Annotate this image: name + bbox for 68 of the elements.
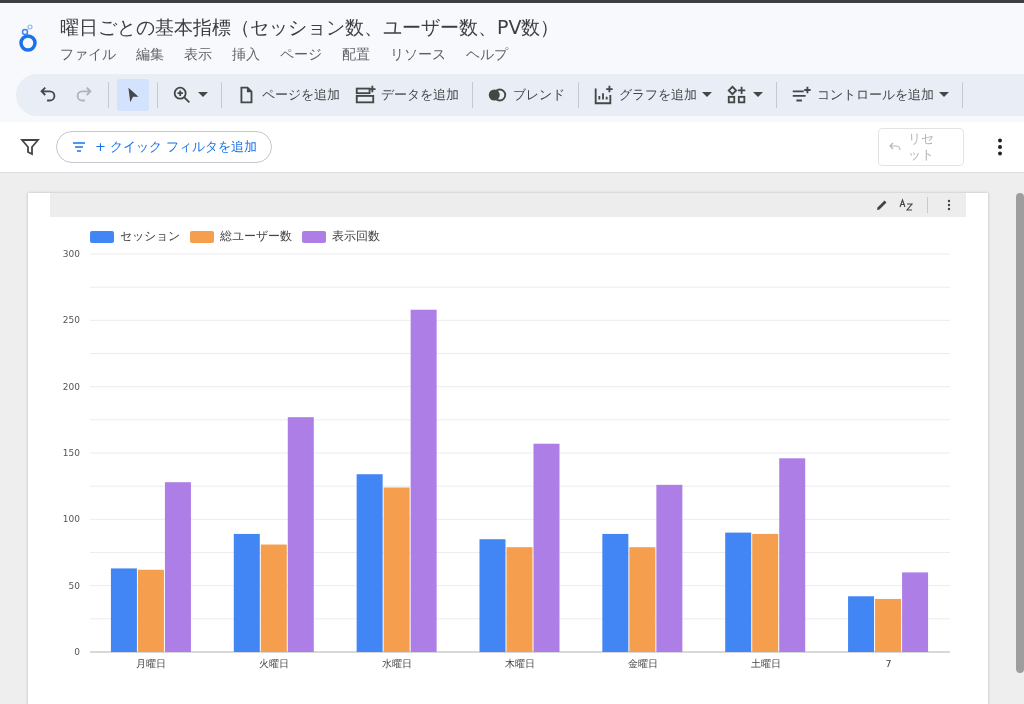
- pencil-icon[interactable]: [875, 198, 889, 212]
- x-axis-label: 火曜日: [259, 658, 290, 669]
- x-axis-label: 7: [885, 658, 892, 669]
- shapes-icon: [726, 84, 748, 106]
- bar[interactable]: [602, 533, 629, 652]
- control-button[interactable]: コントロールを追加: [785, 79, 954, 111]
- y-axis-label: 200: [62, 381, 80, 392]
- filter-icon[interactable]: [20, 137, 40, 157]
- caret-icon: [702, 92, 712, 98]
- legend-label: 表示回数: [332, 229, 380, 244]
- x-axis-label: 金曜日: [627, 658, 658, 669]
- caret-icon: [753, 92, 763, 98]
- x-axis-label: 木曜日: [505, 658, 535, 669]
- bar[interactable]: [479, 539, 506, 652]
- bar[interactable]: [356, 474, 383, 652]
- menu-item[interactable]: リソース: [390, 46, 446, 64]
- menu-item[interactable]: 表示: [184, 46, 212, 64]
- bar[interactable]: [656, 484, 683, 652]
- y-axis-label: 50: [68, 580, 80, 591]
- scrollbar[interactable]: [1016, 193, 1024, 673]
- bar[interactable]: [725, 532, 752, 652]
- legend-label: 総ユーザー数: [220, 229, 292, 244]
- menu-item[interactable]: 挿入: [232, 46, 260, 64]
- menu-item[interactable]: 配置: [342, 46, 370, 64]
- legend-label: セッション: [120, 229, 180, 244]
- page-button[interactable]: ページを追加: [230, 79, 345, 111]
- sort-icon[interactable]: [899, 198, 913, 212]
- bar[interactable]: [137, 569, 164, 652]
- menu-item[interactable]: ページ: [280, 46, 322, 64]
- caret-icon: [939, 92, 949, 98]
- x-axis-label: 月曜日: [136, 658, 167, 669]
- bar[interactable]: [875, 598, 902, 652]
- bar[interactable]: [164, 482, 191, 652]
- bar[interactable]: [383, 487, 410, 652]
- x-axis-label: 土曜日: [750, 658, 781, 669]
- y-axis-label: 0: [74, 647, 80, 657]
- add-data-icon: [354, 84, 376, 106]
- bar[interactable]: [260, 544, 287, 652]
- bar[interactable]: [752, 533, 779, 652]
- zoom-icon: [171, 84, 193, 106]
- menu-item[interactable]: 編集: [136, 46, 164, 64]
- bar[interactable]: [629, 547, 656, 652]
- bar[interactable]: [902, 572, 929, 652]
- y-axis-label: 250: [62, 315, 80, 326]
- bar[interactable]: [287, 417, 314, 652]
- filter-lines-icon: [71, 139, 87, 155]
- chart-button[interactable]: グラフを追加: [587, 79, 717, 111]
- menu-item[interactable]: ヘルプ: [466, 46, 508, 64]
- bar[interactable]: [233, 533, 260, 652]
- undo-icon: [889, 141, 901, 153]
- quick-filter-button[interactable]: + クイック フィルタを追加: [56, 131, 273, 163]
- add-chart-icon: [592, 84, 614, 106]
- bar[interactable]: [506, 547, 533, 652]
- bar[interactable]: [779, 458, 806, 652]
- data-button[interactable]: データを追加: [349, 79, 464, 111]
- bar[interactable]: [848, 596, 875, 652]
- y-axis-label: 150: [62, 448, 80, 458]
- select-button[interactable]: [117, 79, 149, 111]
- x-axis-label: 水曜日: [382, 658, 413, 669]
- bar[interactable]: [110, 568, 137, 652]
- caret-icon: [198, 92, 208, 98]
- bar[interactable]: [410, 309, 437, 652]
- y-axis-label: 100: [62, 514, 80, 525]
- bar[interactable]: [533, 443, 560, 652]
- y-axis-label: 300: [62, 249, 80, 259]
- blend-button[interactable]: ブレンド: [481, 79, 570, 111]
- menu-item[interactable]: ファイル: [60, 46, 116, 64]
- report-title[interactable]: 曜日ごとの基本指標（セッション数、ユーザー数、PV数）: [60, 15, 560, 41]
